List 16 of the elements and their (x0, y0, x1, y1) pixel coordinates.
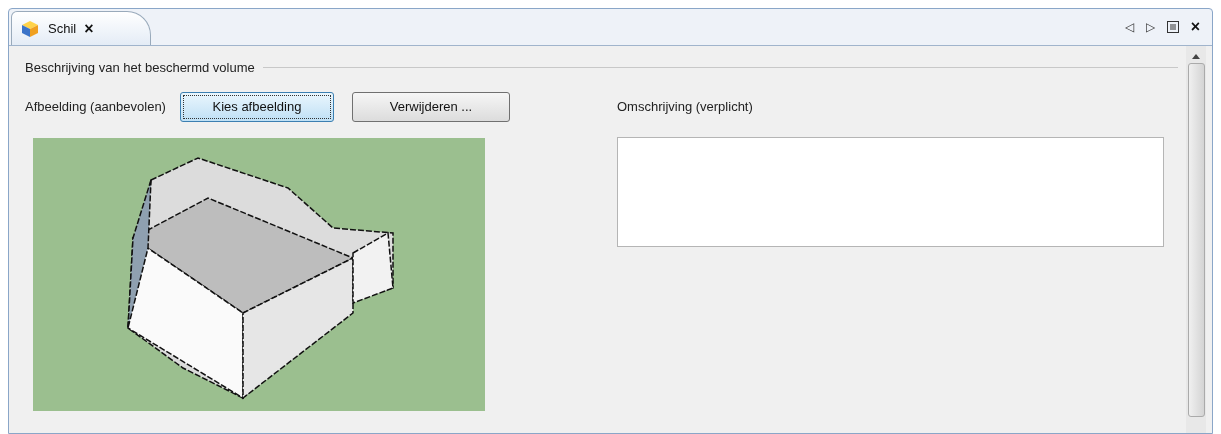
previous-icon[interactable]: ◁ (1124, 18, 1134, 36)
scroll-up-icon[interactable] (1192, 54, 1200, 59)
next-icon[interactable]: ▷ (1145, 18, 1155, 36)
list-icon[interactable] (1166, 21, 1179, 33)
description-field[interactable] (617, 136, 1164, 247)
image-label: Afbeelding (aanbevolen) (25, 97, 166, 116)
group-title: Beschrijving van het beschermd volume (25, 59, 255, 77)
tab-label: Schil (48, 19, 77, 38)
choose-image-button[interactable]: Kies afbeelding (179, 91, 334, 122)
close-icon[interactable]: × (84, 20, 94, 37)
scrollbar[interactable] (1186, 46, 1206, 433)
close-icon[interactable]: × (1190, 15, 1200, 39)
description-label: Omschrijving (verplicht) (617, 97, 754, 116)
tab[interactable]: Schil × (11, 11, 151, 45)
remove-button[interactable]: Verwijderen ... (351, 91, 510, 122)
cube-icon (20, 19, 40, 38)
